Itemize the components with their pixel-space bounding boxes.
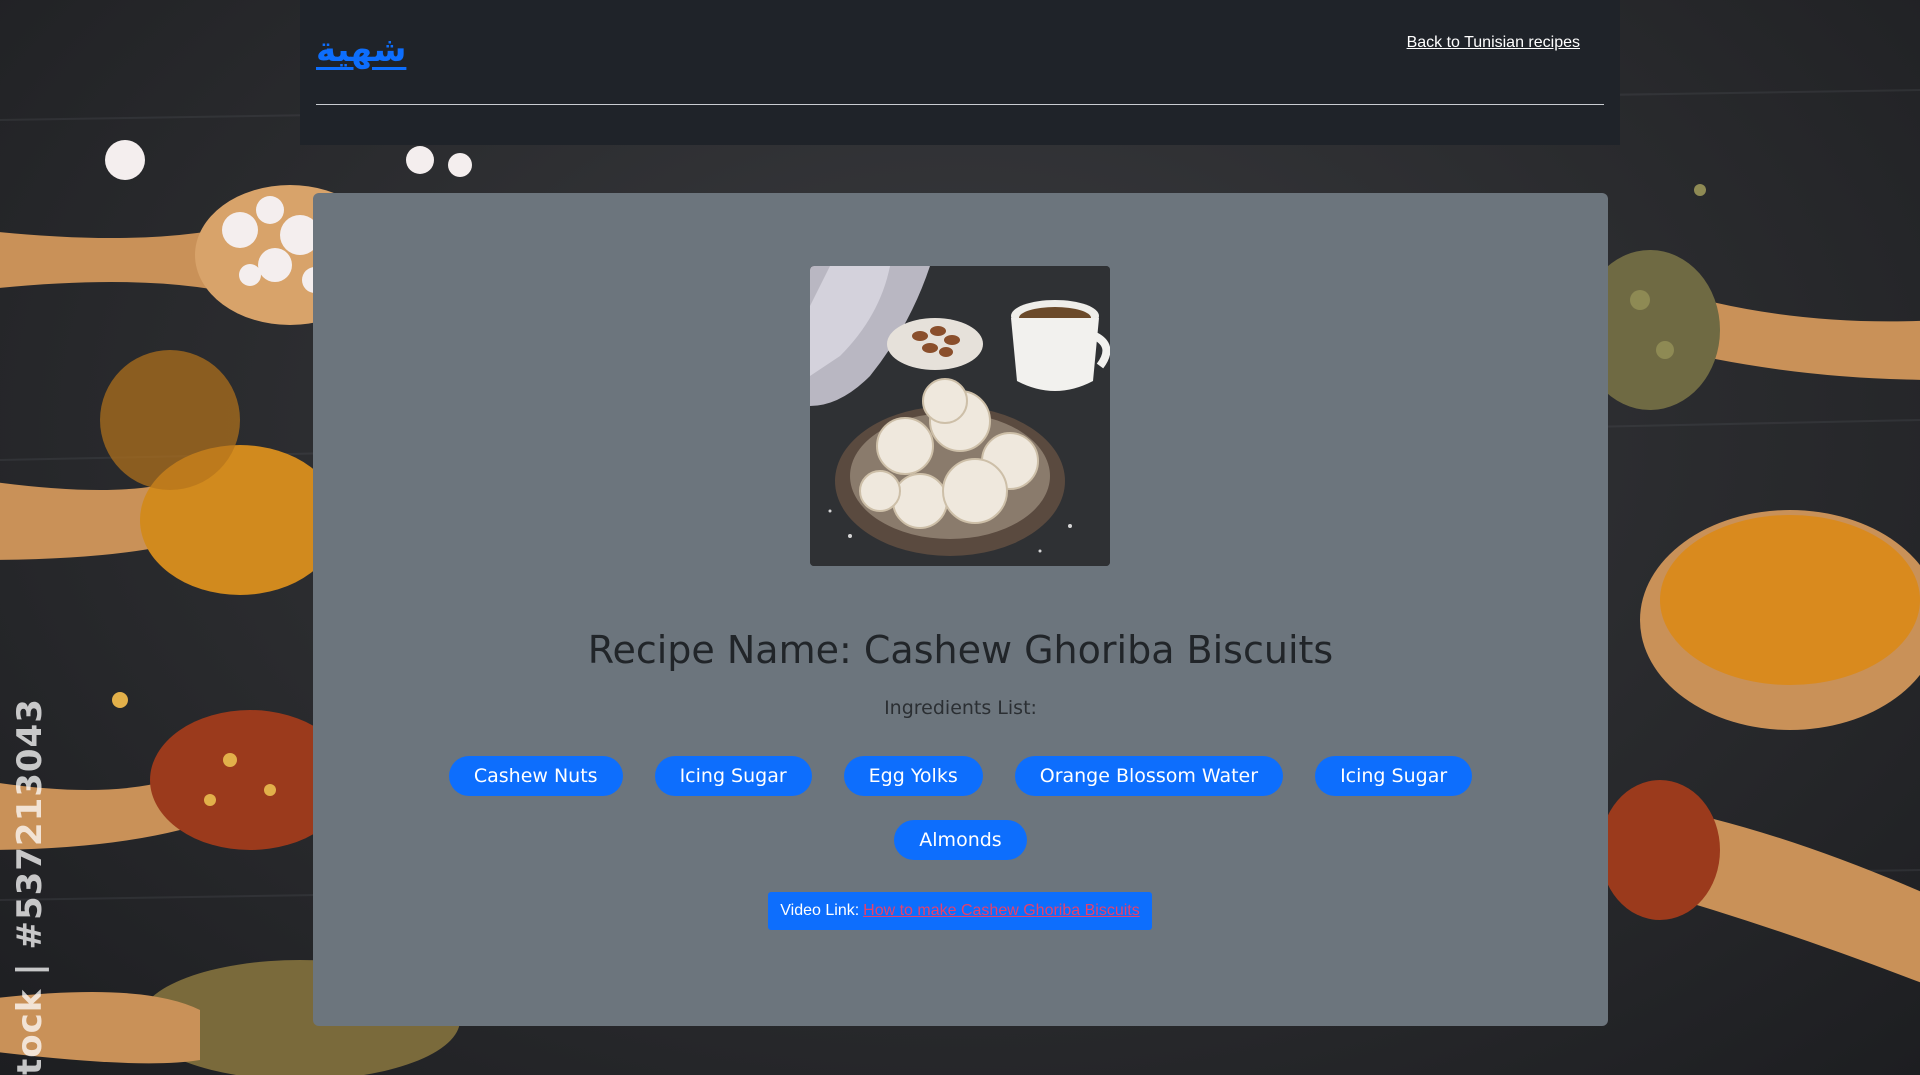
back-to-tunisian-recipes-link[interactable]: Back to Tunisian recipes <box>1407 34 1580 52</box>
ingredient-chip-egg-yolks[interactable]: Egg Yolks <box>843 756 983 796</box>
stock-watermark: tock | #537213043 <box>10 698 50 1075</box>
site-header: شهية Back to Tunisian recipes <box>300 0 1620 145</box>
ingredient-chip-icing-sugar-2[interactable]: Icing Sugar <box>1315 756 1473 796</box>
ingredients-label: Ingredients List: <box>884 697 1037 719</box>
ingredient-chip-almonds[interactable]: Almonds <box>894 820 1027 860</box>
ingredient-chip-cashew-nuts[interactable]: Cashew Nuts <box>448 756 623 796</box>
recipe-title: Recipe Name: Cashew Ghoriba Biscuits <box>587 628 1334 672</box>
video-link-label: Video Link: <box>780 902 860 919</box>
video-link-box: Video Link: How to make Cashew Ghoriba B… <box>768 892 1152 930</box>
ingredient-chip-orange-blossom-water[interactable]: Orange Blossom Water <box>1014 756 1284 796</box>
video-link[interactable]: How to make Cashew Ghoriba Biscuits <box>863 902 1140 920</box>
ingredients-list: Cashew Nuts Icing Sugar Egg Yolks Orange… <box>423 756 1498 860</box>
brand-logo-link[interactable]: شهية <box>316 30 406 70</box>
recipe-card: Recipe Name: Cashew Ghoriba Biscuits Ing… <box>313 193 1608 1026</box>
ingredient-chip-icing-sugar[interactable]: Icing Sugar <box>654 756 812 796</box>
header-divider <box>316 104 1604 105</box>
recipe-image <box>810 266 1110 566</box>
